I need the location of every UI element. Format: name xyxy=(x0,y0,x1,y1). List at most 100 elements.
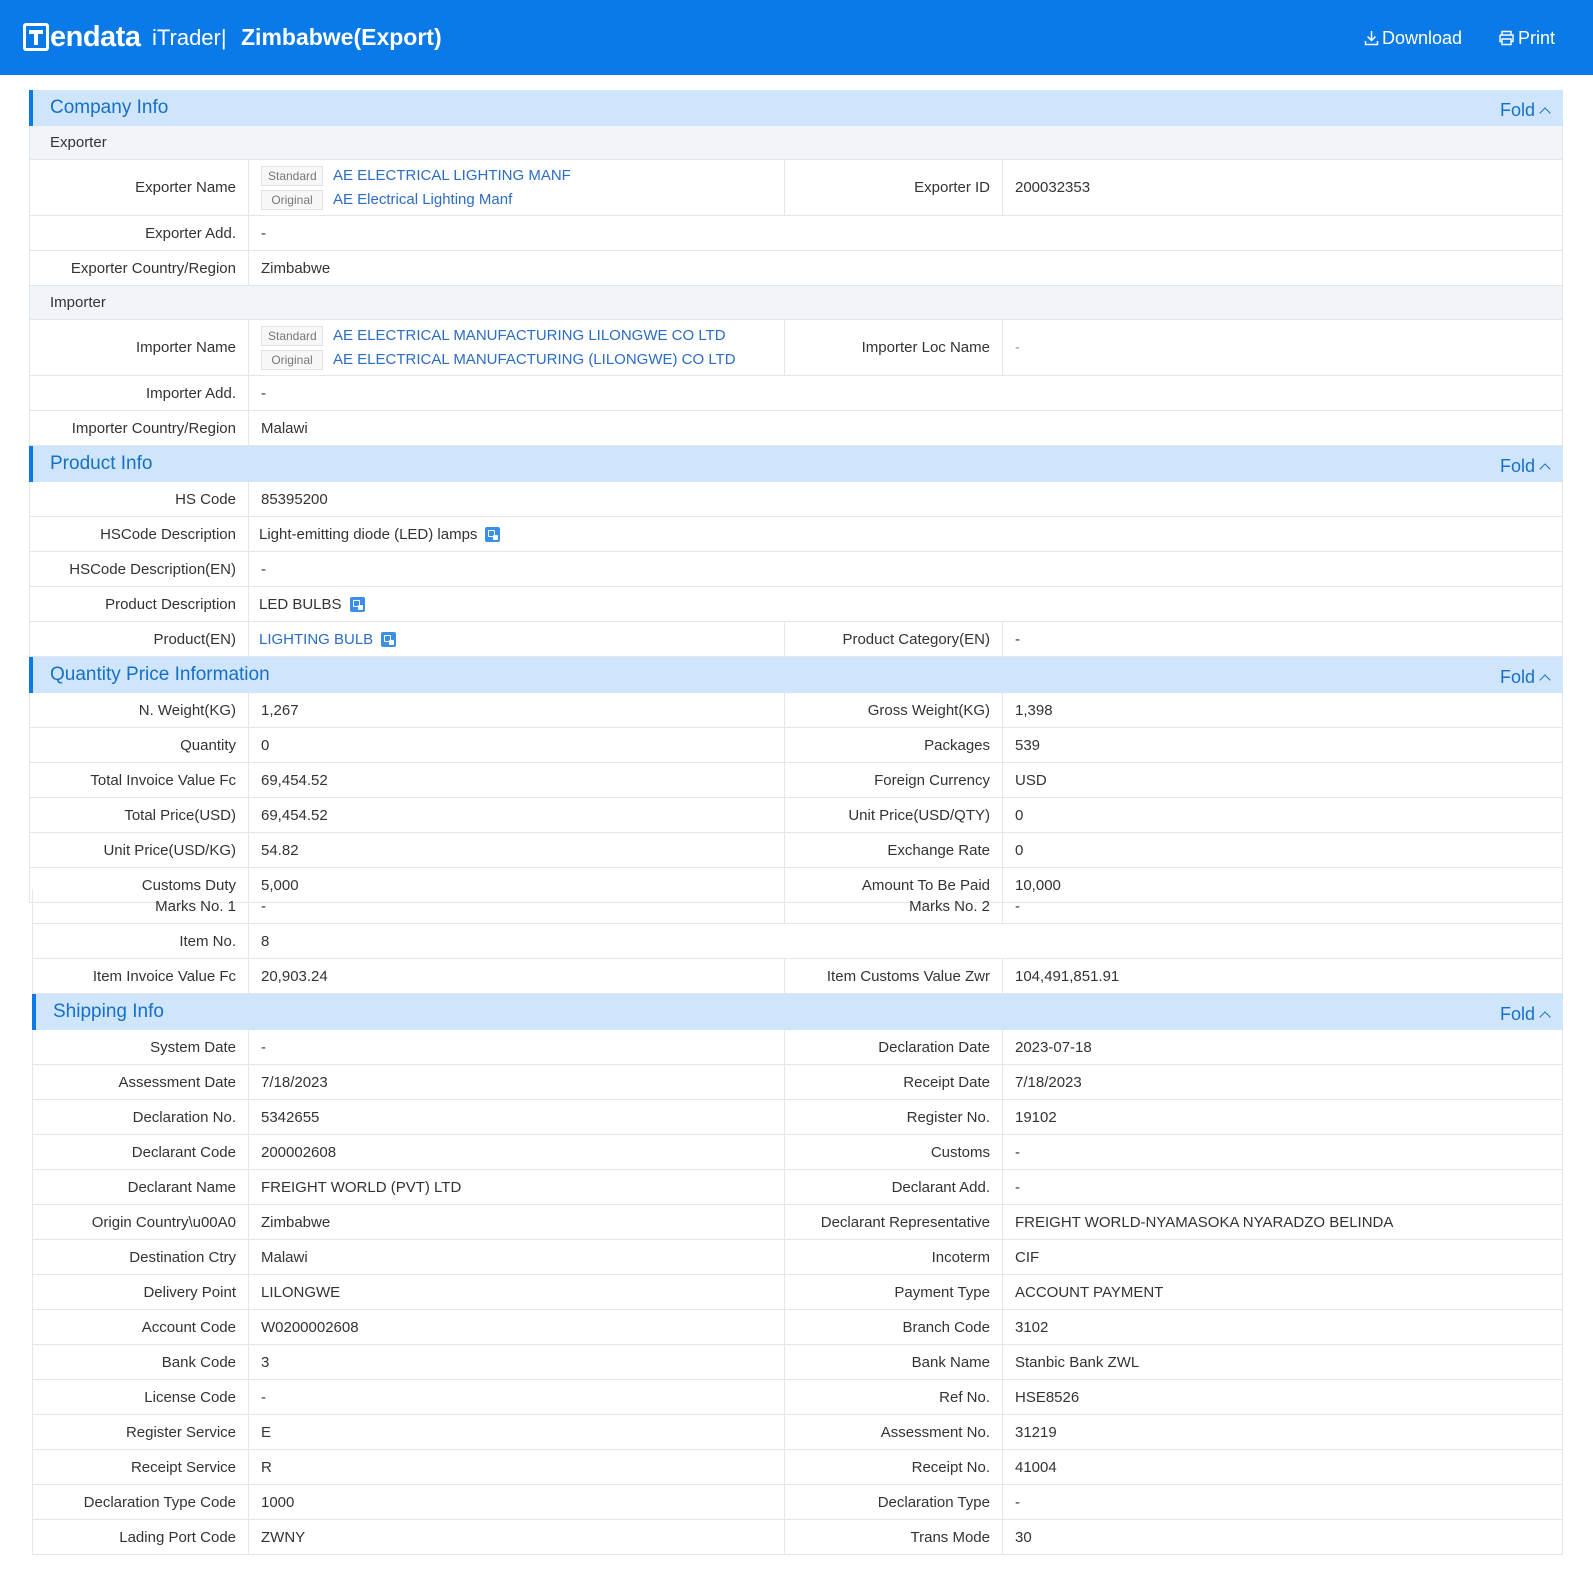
table-row: License Code - Ref No. HSE8526 xyxy=(32,1380,1563,1415)
table-row: Total Invoice Value Fc 69,454.52 Foreign C… xyxy=(29,763,1563,798)
marks-row: Marks No. 1 - Marks No. 2 - xyxy=(32,889,1563,924)
field-value: 41004 xyxy=(1015,1458,1057,1476)
table-row: Destination Ctry Malawi Incoterm CIF xyxy=(32,1240,1563,1275)
detail-panel-lower: Marks No. 1 - Marks No. 2 - Item No. 8 I… xyxy=(32,889,1563,1555)
field-value: E xyxy=(249,1415,785,1449)
table-row: Declaration No. 5342655 Register No. 19102 xyxy=(32,1100,1563,1135)
field-value: 3102 xyxy=(1015,1318,1049,1336)
importer-name-original-link[interactable]: AE ELECTRICAL MANUFACTURING (LILONGWE) C… xyxy=(333,351,736,368)
print-button[interactable]: Print xyxy=(1498,26,1555,50)
field-value: 30 xyxy=(1015,1528,1032,1546)
field-label: Branch Code xyxy=(785,1310,1003,1344)
field-label: Declarant Representative xyxy=(785,1205,1003,1239)
shipping-rows: System Date - Declaration Date 2023-07-18 As… xyxy=(32,1030,1563,1555)
field-label: Assessment No. xyxy=(785,1415,1003,1449)
chevron-up-icon xyxy=(1539,673,1551,686)
importer-add-value: - xyxy=(261,384,266,402)
hs-code-value: 85395200 xyxy=(261,490,328,508)
field-value: 200002608 xyxy=(249,1135,785,1169)
print-label: Print xyxy=(1518,28,1556,48)
fold-button[interactable]: Fold xyxy=(1500,99,1551,121)
tendata-logo[interactable]: endata xyxy=(23,20,141,54)
field-label: Exporter Country/Region xyxy=(30,251,249,285)
table-row: Lading Port Code ZWNY Trans Mode 30 xyxy=(32,1520,1563,1555)
exporter-add-row: Exporter Add. - xyxy=(29,216,1563,251)
table-row: N. Weight(KG) 1,267 Gross Weight(KG) 1,398 xyxy=(29,693,1563,728)
field-value: 69,454.52 xyxy=(249,798,785,832)
field-label: Receipt Service xyxy=(33,1450,249,1484)
field-label: Trans Mode xyxy=(785,1520,1003,1554)
importer-add-row: Importer Add. - xyxy=(29,376,1563,411)
marks1-value: - xyxy=(249,889,785,923)
field-label: Total Invoice Value Fc xyxy=(30,763,249,797)
importer-name-standard-link[interactable]: AE ELECTRICAL MANUFACTURING LILONGWE CO … xyxy=(333,327,726,344)
section-title: Shipping Info xyxy=(53,1001,164,1022)
chevron-up-icon xyxy=(1539,462,1551,475)
field-label: N. Weight(KG) xyxy=(30,693,249,727)
exporter-heading: Exporter xyxy=(29,126,1563,160)
field-value: - xyxy=(1015,1143,1020,1161)
product-desc-text: LED BULBS xyxy=(259,595,342,613)
translate-icon[interactable] xyxy=(349,596,365,612)
field-label: Marks No. 1 xyxy=(33,889,249,923)
company-info-header: Company Info Fold xyxy=(29,90,1563,126)
fold-label: Fold xyxy=(1499,1004,1535,1024)
field-label: Declarant Add. xyxy=(785,1170,1003,1204)
original-tag: Original xyxy=(261,349,323,370)
table-row: Declarant Code 200002608 Customs - xyxy=(32,1135,1563,1170)
field-label: Incoterm xyxy=(785,1240,1003,1274)
item-customs-value: 104,491,851.91 xyxy=(1015,967,1120,985)
translate-icon[interactable] xyxy=(381,631,397,647)
field-value: USD xyxy=(1015,771,1047,789)
field-value: 0 xyxy=(1015,841,1024,859)
hs-desc-en-value: - xyxy=(261,560,266,578)
item-no-value: 8 xyxy=(261,932,270,950)
table-row: Declarant Name FREIGHT WORLD (PVT) LTD Dec… xyxy=(32,1170,1563,1205)
field-label: Bank Name xyxy=(785,1345,1003,1379)
fold-button[interactable]: Fold xyxy=(1499,1003,1551,1025)
logo-mark-icon xyxy=(23,23,49,51)
field-label: Receipt Date xyxy=(785,1065,1003,1099)
download-button[interactable]: Download xyxy=(1364,26,1462,50)
field-value: 3 xyxy=(249,1345,785,1379)
field-label: Item Customs Value Zwr xyxy=(785,959,1003,993)
hs-desc-en-row: HSCode Description(EN) - xyxy=(29,552,1563,587)
product-en-value: LIGHTING BULB xyxy=(249,622,785,656)
field-label: Quantity xyxy=(30,728,249,762)
download-label: Download xyxy=(1382,28,1463,48)
product-en-link[interactable]: LIGHTING BULB xyxy=(259,631,373,648)
field-value: Zimbabwe xyxy=(249,1205,785,1239)
field-label: Receipt No. xyxy=(785,1450,1003,1484)
section-title: Quantity Price Information xyxy=(50,664,270,685)
field-label: Total Price(USD) xyxy=(30,798,249,832)
product-desc-value: LED BULBS xyxy=(249,587,1562,621)
fold-button[interactable]: Fold xyxy=(1500,666,1551,688)
fold-button[interactable]: Fold xyxy=(1500,455,1551,477)
translate-icon[interactable] xyxy=(485,526,501,542)
field-value: HSE8526 xyxy=(1015,1388,1080,1406)
field-label: Payment Type xyxy=(785,1275,1003,1309)
field-label: Customs xyxy=(785,1135,1003,1169)
hs-code-row: HS Code 85395200 xyxy=(29,482,1563,517)
field-label: Exporter Name xyxy=(30,160,249,215)
field-value: Malawi xyxy=(249,1240,785,1274)
table-row: Assessment Date 7/18/2023 Receipt Date 7/18… xyxy=(32,1065,1563,1100)
field-label: Register Service xyxy=(33,1415,249,1449)
field-label: Importer Country/Region xyxy=(30,411,249,445)
importer-country-value: Malawi xyxy=(261,419,308,437)
field-label: Unit Price(USD/QTY) xyxy=(785,798,1003,832)
field-label: Ref No. xyxy=(785,1380,1003,1414)
exporter-name-original-link[interactable]: AE Electrical Lighting Manf xyxy=(333,191,512,208)
field-label: Declarant Code xyxy=(33,1135,249,1169)
field-value: 0 xyxy=(249,728,785,762)
standard-tag: Standard xyxy=(261,325,323,346)
field-label: Foreign Currency xyxy=(785,763,1003,797)
field-value: 19102 xyxy=(1015,1108,1057,1126)
shipping-info-header: Shipping Info Fold xyxy=(32,994,1563,1030)
exporter-country-value: Zimbabwe xyxy=(261,259,331,277)
exporter-name-standard-link[interactable]: AE ELECTRICAL LIGHTING MANF xyxy=(333,167,571,184)
standard-tag: Standard xyxy=(261,165,323,186)
field-value: ACCOUNT PAYMENT xyxy=(1015,1283,1164,1301)
table-row: Register Service E Assessment No. 31219 xyxy=(32,1415,1563,1450)
product-desc-row: Product Description LED BULBS xyxy=(29,587,1563,622)
